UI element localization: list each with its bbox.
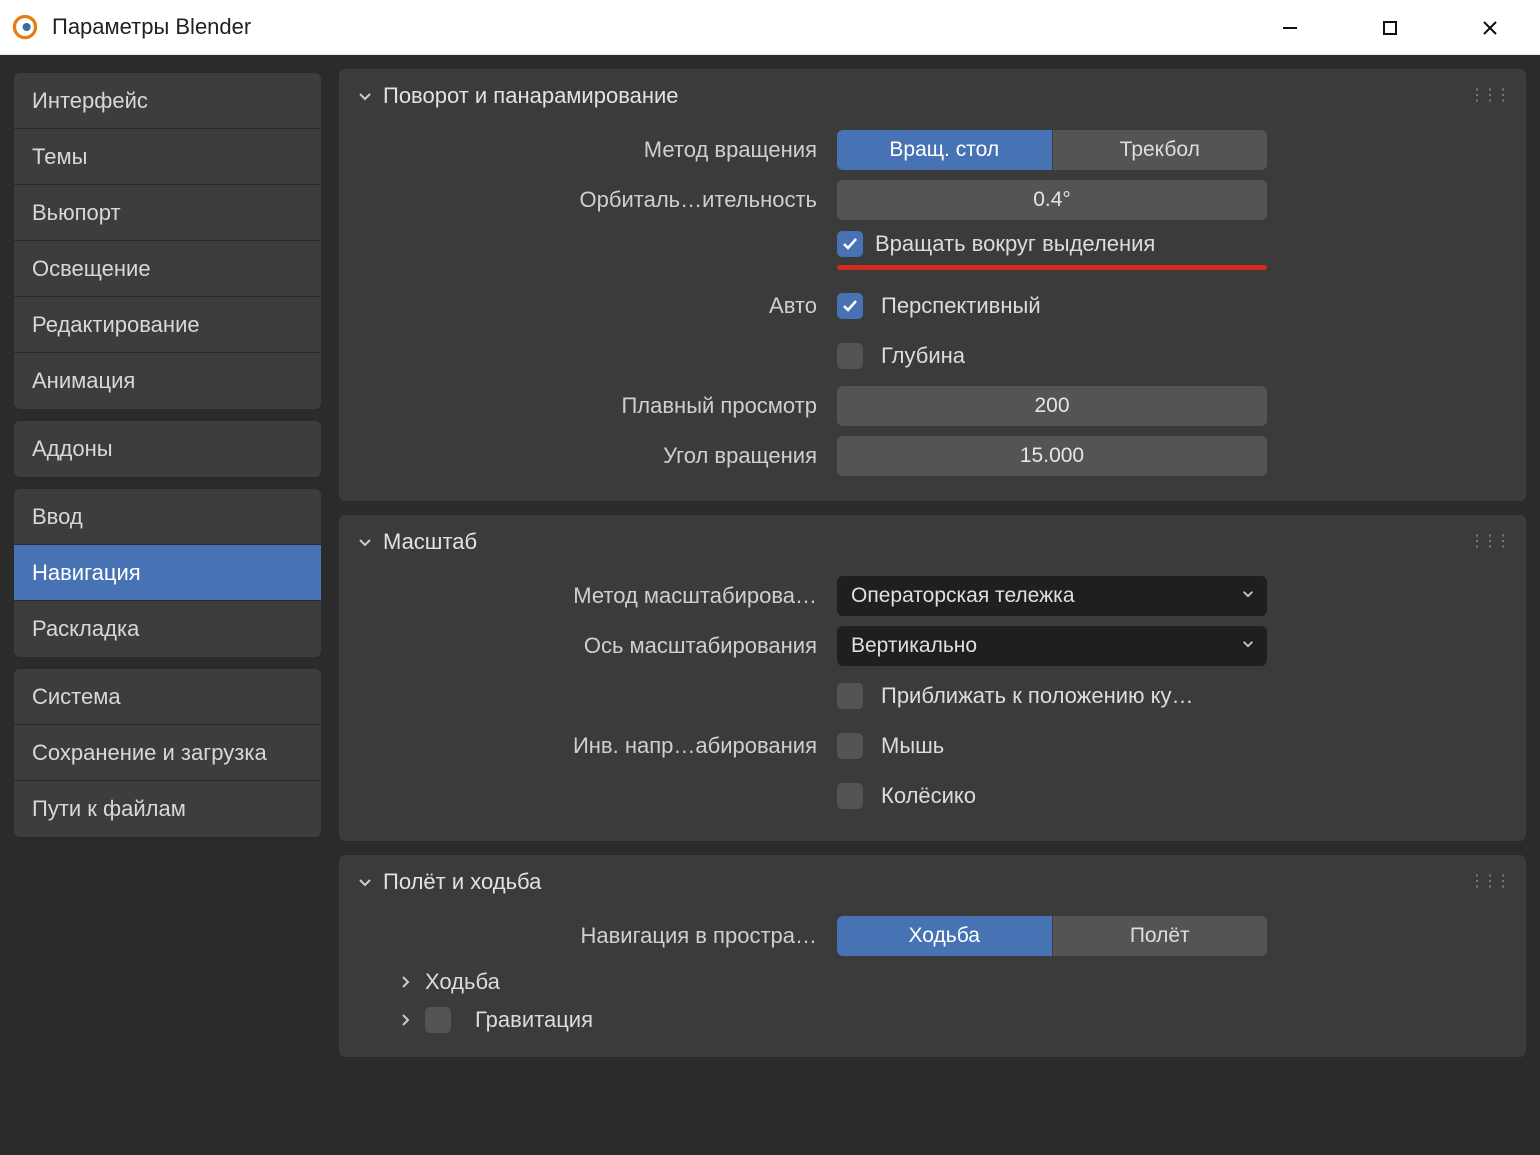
sidebar-tab-keymap[interactable]: Раскладка [14, 601, 321, 657]
sidebar-tab-filepaths[interactable]: Пути к файлам [14, 781, 321, 837]
invert-wheel-label: Колёсико [881, 783, 976, 809]
sidebar-tab-viewport[interactable]: Вьюпорт [14, 185, 321, 241]
auto-depth-checkbox[interactable] [837, 343, 863, 369]
maximize-button[interactable] [1340, 0, 1440, 55]
gravity-subpanel-header[interactable]: Гравитация [357, 1001, 1508, 1039]
panel-title: Поворот и панарамирование [383, 83, 679, 109]
chevron-down-icon[interactable] [357, 874, 373, 890]
auto-perspective-checkbox[interactable] [837, 293, 863, 319]
orbit-method-trackball[interactable]: Трекбол [1053, 130, 1268, 170]
sidebar-tab-navigation[interactable]: Навигация [14, 545, 321, 601]
walk-subpanel-header[interactable]: Ходьба [357, 963, 1508, 1001]
annotation-underline [837, 265, 1267, 270]
orbit-method-toggle: Вращ. стол Трекбол [837, 130, 1267, 170]
panel-title: Масштаб [383, 529, 477, 555]
sidebar-tab-saveload[interactable]: Сохранение и загрузка [14, 725, 321, 781]
titlebar: Параметры Blender [0, 0, 1540, 55]
orbit-sensitivity-field[interactable]: 0.4° [837, 180, 1267, 220]
view-navigation-walk[interactable]: Ходьба [837, 916, 1053, 956]
window-title: Параметры Blender [52, 14, 251, 40]
zoom-axis-select[interactable]: Вертикально [837, 626, 1267, 666]
close-button[interactable] [1440, 0, 1540, 55]
sidebar-tab-system[interactable]: Система [14, 669, 321, 725]
chevron-down-icon[interactable] [357, 534, 373, 550]
invert-mouse-label: Мышь [881, 733, 944, 759]
orbit-sensitivity-label: Орбиталь…ительность [357, 187, 837, 213]
orbit-around-selection-checkbox[interactable] [837, 231, 863, 257]
sidebar-tab-addons[interactable]: Аддоны [14, 421, 321, 477]
view-navigation-fly[interactable]: Полёт [1053, 916, 1268, 956]
sidebar-tab-lights[interactable]: Освещение [14, 241, 321, 297]
view-navigation-toggle: Ходьба Полёт [837, 916, 1267, 956]
orbit-method-turntable[interactable]: Вращ. стол [837, 130, 1053, 170]
sidebar-tab-editing[interactable]: Редактирование [14, 297, 321, 353]
sidebar-tab-themes[interactable]: Темы [14, 129, 321, 185]
fly-walk-panel: Полёт и ходьба Навигация в простра… Ходь… [339, 855, 1526, 1057]
orbit-method-label: Метод вращения [357, 137, 837, 163]
invert-zoom-label: Инв. напр…абирования [357, 733, 837, 759]
walk-subpanel-label: Ходьба [425, 969, 500, 995]
orbit-around-selection-label: Вращать вокруг выделения [875, 231, 1155, 257]
invert-wheel-checkbox[interactable] [837, 783, 863, 809]
sidebar-tab-interface[interactable]: Интерфейс [14, 73, 321, 129]
blender-logo-icon [12, 14, 38, 40]
zoom-method-label: Метод масштабирова… [357, 583, 837, 609]
chevron-right-icon [397, 974, 413, 990]
auto-perspective-label: Перспективный [881, 293, 1041, 319]
zoom-panel: Масштаб Метод масштабирова… Операторская… [339, 515, 1526, 841]
panel-grip-icon[interactable] [1469, 871, 1508, 891]
panel-grip-icon[interactable] [1469, 85, 1508, 105]
preferences-sidebar: Интерфейс Темы Вьюпорт Освещение Редакти… [0, 55, 335, 1155]
preferences-content: Поворот и панарамирование Метод вращения… [335, 55, 1540, 1155]
sidebar-tab-animation[interactable]: Анимация [14, 353, 321, 409]
orbit-pan-panel: Поворот и панарамирование Метод вращения… [339, 69, 1526, 501]
zoom-to-mouse-checkbox[interactable] [837, 683, 863, 709]
zoom-to-mouse-label: Приближать к положению ку… [881, 683, 1194, 709]
sidebar-tab-input[interactable]: Ввод [14, 489, 321, 545]
auto-label: Авто [357, 293, 837, 319]
window-controls [1240, 0, 1540, 55]
gravity-label: Гравитация [475, 1007, 593, 1033]
zoom-method-select[interactable]: Операторская тележка [837, 576, 1267, 616]
chevron-down-icon[interactable] [357, 88, 373, 104]
panel-grip-icon[interactable] [1469, 531, 1508, 551]
chevron-down-icon [1241, 587, 1255, 606]
gravity-checkbox[interactable] [425, 1007, 451, 1033]
minimize-button[interactable] [1240, 0, 1340, 55]
auto-depth-label: Глубина [881, 343, 965, 369]
chevron-right-icon [397, 1012, 413, 1028]
smooth-view-label: Плавный просмотр [357, 393, 837, 419]
smooth-view-field[interactable]: 200 [837, 386, 1267, 426]
rotation-angle-field[interactable]: 15.000 [837, 436, 1267, 476]
zoom-axis-label: Ось масштабирования [357, 633, 837, 659]
invert-mouse-checkbox[interactable] [837, 733, 863, 759]
view-navigation-label: Навигация в простра… [357, 923, 837, 949]
panel-title: Полёт и ходьба [383, 869, 541, 895]
chevron-down-icon [1241, 637, 1255, 656]
rotation-angle-label: Угол вращения [357, 443, 837, 469]
